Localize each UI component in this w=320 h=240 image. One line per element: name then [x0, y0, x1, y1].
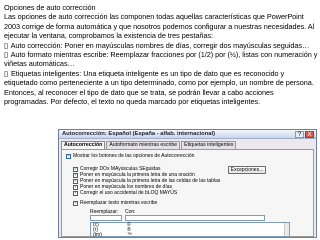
bullet-icon: ▯ [4, 40, 8, 50]
with-input[interactable] [125, 215, 265, 221]
bullet-autoformat: ▯ Auto formato mientras escribe: Reempla… [4, 50, 318, 69]
bullet-text: Etiquetas inteligentes: Una etiqueta int… [4, 68, 314, 107]
checkbox[interactable] [73, 200, 78, 206]
option-caps-lock[interactable]: Corregir el uso accidental de bLOQ MAYÚS [73, 190, 177, 196]
tab-autoformat[interactable]: Autoformato mientras escribe [106, 141, 181, 149]
bullet-icon: ▯ [4, 68, 8, 78]
article-paragraph: Las opciones de auto corrección las comp… [4, 12, 315, 41]
exceptions-button[interactable]: Excepciones... [228, 166, 266, 174]
bullet-smart-tags: ▯ Etiquetas inteligentes: Una etiqueta i… [4, 69, 318, 107]
checkbox[interactable] [73, 190, 78, 196]
bullet-text: Auto formato mientras escribe: Reemplaza… [4, 50, 318, 69]
article-heading: Opciones de auto corrección [4, 3, 96, 12]
article-text: Opciones de auto corrección Las opciones… [4, 3, 318, 106]
list-scrollbar[interactable] [284, 223, 289, 236]
autocorrect-dialog: Autocorrección: Español (España - alfab.… [58, 129, 317, 238]
dialog-tabs: Autocorrección Autoformato mientras escr… [61, 141, 314, 149]
option-label: Mostrar los botones de las opciones de A… [73, 153, 195, 159]
bullet-icon: ▯ [4, 50, 8, 60]
dialog-titlebar: Autocorrección: Español (España - alfab.… [59, 130, 316, 139]
tab-autocorrect[interactable]: Autocorrección [61, 141, 106, 149]
dialog-title: Autocorrección: Español (España - alfab.… [62, 131, 216, 137]
replace-input[interactable] [90, 215, 122, 221]
list-item-value: ™ [127, 232, 132, 238]
close-button[interactable]: X [305, 131, 314, 138]
list-item[interactable]: (tm) ™ [91, 233, 289, 238]
bullet-autocorrect: ▯ Auto corrección: Poner en mayúsculas n… [4, 41, 318, 50]
checkbox[interactable] [66, 153, 71, 159]
autocorrect-panel: Mostrar los botones de las opciones de A… [61, 149, 314, 237]
option-replace-text[interactable]: Reemplazar texto mientras escribe [73, 200, 157, 206]
tab-smart-tags[interactable]: Etiquetas inteligentes [181, 141, 237, 149]
option-label: Corregir el uso accidental de bLOQ MAYÚS [80, 190, 178, 196]
help-button[interactable]: ? [295, 131, 304, 138]
bullet-text: Auto corrección: Poner en mayúsculas nom… [10, 40, 310, 50]
list-item-key: (tm) [93, 232, 102, 238]
replacement-list[interactable]: (c) © (r) ® (tm) ™ [90, 222, 290, 237]
option-show-buttons[interactable]: Mostrar los botones de las opciones de A… [66, 153, 194, 159]
option-label: Reemplazar texto mientras escribe [80, 200, 158, 206]
